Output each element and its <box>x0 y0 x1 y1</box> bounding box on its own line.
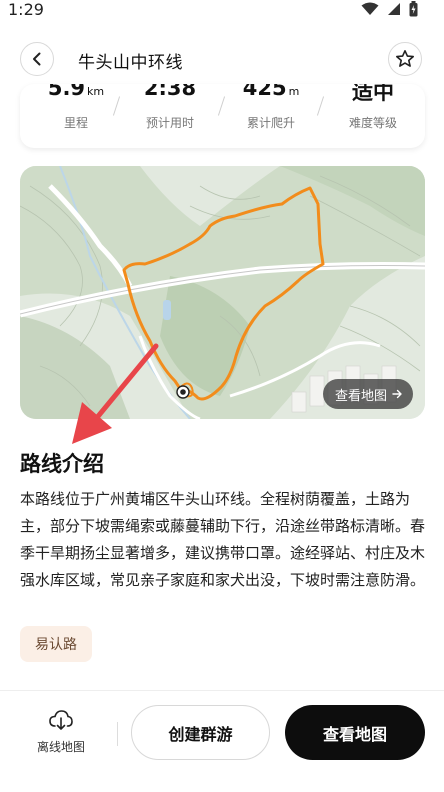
stat-elevation-label: 累计爬升 <box>246 116 295 130</box>
stat-separator <box>217 96 226 116</box>
status-bar: 1:29 <box>0 0 444 28</box>
stat-difficulty-label: 难度等级 <box>348 116 397 130</box>
wifi-icon <box>361 2 379 15</box>
stat-distance-unit: km <box>87 85 105 98</box>
divider <box>117 722 118 746</box>
stat-difficulty-value: 适中 <box>352 84 394 104</box>
create-group-button[interactable]: 创建群游 <box>131 705 270 760</box>
stat-separator <box>316 96 325 116</box>
view-map-chip-label: 查看地图 <box>334 388 387 404</box>
header: 牛头山中环线 <box>0 36 444 84</box>
status-icons <box>361 1 418 17</box>
offline-map-button[interactable]: 离线地图 <box>30 708 92 764</box>
status-time: 1:29 <box>8 0 44 19</box>
chevron-left-icon <box>33 52 41 66</box>
battery-icon <box>409 1 418 17</box>
stat-elevation-unit: m <box>288 85 300 98</box>
route-stats-card: 5.9 km 里程 2:38 预计用时 425 m 累计爬升 适中 难度等级 <box>20 84 425 148</box>
bottom-divider <box>0 690 444 691</box>
tag-chip[interactable]: 易认路 <box>20 626 92 662</box>
back-button[interactable] <box>20 42 54 76</box>
stat-duration-value: 2:38 <box>143 84 197 100</box>
stat-distance-label: 里程 <box>63 116 88 130</box>
stat-elevation-value: 425 <box>242 84 287 100</box>
cloud-download-icon <box>49 710 73 730</box>
arrow-right-icon <box>392 389 402 399</box>
page-title: 牛头山中环线 <box>78 53 183 73</box>
favorite-button[interactable] <box>388 42 422 76</box>
offline-map-label: 离线地图 <box>36 740 85 754</box>
bottom-action-bar: 离线地图 创建群游 查看地图 <box>0 700 444 770</box>
stat-duration-label: 预计用时 <box>145 116 194 130</box>
annotation-arrow <box>72 343 159 444</box>
cellular-icon <box>388 3 400 15</box>
star-icon <box>396 50 414 67</box>
stat-distance-value: 5.9 <box>47 84 86 100</box>
route-description: 本路线位于广州黄埔区牛头山环线。全程树荫覆盖，土路为主，部分下坡需绳索或藤蔓辅助… <box>20 490 426 589</box>
view-map-button[interactable]: 查看地图 <box>285 705 425 760</box>
view-map-chip[interactable]: 查看地图 <box>322 379 413 409</box>
section-title: 路线介绍 <box>20 452 104 476</box>
